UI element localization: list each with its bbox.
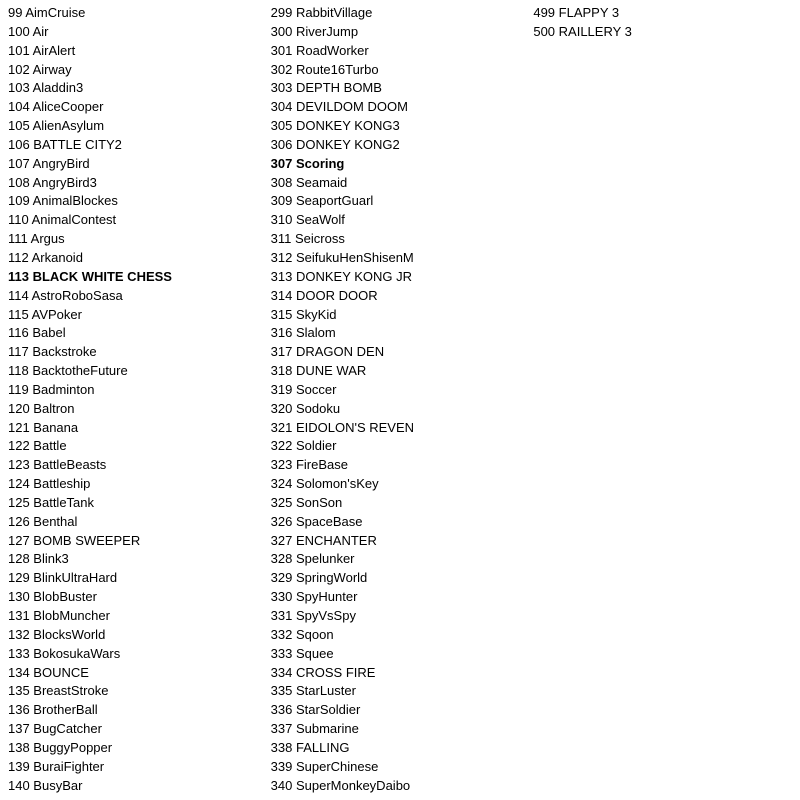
list-item: 122 Battle — [8, 437, 263, 456]
main-container: 99 AimCruise100 Air101 AirAlert102 Airwa… — [0, 0, 800, 800]
list-item: 129 BlinkUltraHard — [8, 569, 263, 588]
column-3: 499 FLAPPY 3500 RAILLERY 3 — [529, 4, 792, 796]
list-item: 135 BreastStroke — [8, 682, 263, 701]
list-item: 314 DOOR DOOR — [271, 287, 526, 306]
list-item: 127 BOMB SWEEPER — [8, 532, 263, 551]
list-item: 319 Soccer — [271, 381, 526, 400]
list-item: 126 Benthal — [8, 513, 263, 532]
list-item: 313 DONKEY KONG JR — [271, 268, 526, 287]
list-item: 115 AVPoker — [8, 306, 263, 325]
list-item: 124 Battleship — [8, 475, 263, 494]
list-item: 312 SeifukuHenShisenM — [271, 249, 526, 268]
list-item: 318 DUNE WAR — [271, 362, 526, 381]
list-item: 141 ButterflyStroke — [8, 795, 263, 796]
list-item: 326 SpaceBase — [271, 513, 526, 532]
list-item: 128 Blink3 — [8, 550, 263, 569]
list-item: 330 SpyHunter — [271, 588, 526, 607]
list-item: 320 Sodoku — [271, 400, 526, 419]
list-item: 336 StarSoldier — [271, 701, 526, 720]
column-1: 99 AimCruise100 Air101 AirAlert102 Airwa… — [8, 4, 267, 796]
list-item: 339 SuperChinese — [271, 758, 526, 777]
list-item: 107 AngryBird — [8, 155, 263, 174]
list-item: 325 SonSon — [271, 494, 526, 513]
list-item: 132 BlocksWorld — [8, 626, 263, 645]
list-item: 335 StarLuster — [271, 682, 526, 701]
list-item: 103 Aladdin3 — [8, 79, 263, 98]
list-item: 134 BOUNCE — [8, 664, 263, 683]
list-item: 114 AstroRoboSasa — [8, 287, 263, 306]
list-item: 138 BuggyPopper — [8, 739, 263, 758]
list-item: 308 Seamaid — [271, 174, 526, 193]
list-item: 309 SeaportGuarl — [271, 192, 526, 211]
list-item: 303 DEPTH BOMB — [271, 79, 526, 98]
list-item: 120 Baltron — [8, 400, 263, 419]
list-item: 100 Air — [8, 23, 263, 42]
list-item: 137 BugCatcher — [8, 720, 263, 739]
list-item: 321 EIDOLON'S REVEN — [271, 419, 526, 438]
list-item: 328 Spelunker — [271, 550, 526, 569]
list-item: 117 Backstroke — [8, 343, 263, 362]
list-item: 102 Airway — [8, 61, 263, 80]
list-item: 322 Soldier — [271, 437, 526, 456]
list-item: 324 Solomon'sKey — [271, 475, 526, 494]
list-item: 315 SkyKid — [271, 306, 526, 325]
list-item: 106 BATTLE CITY2 — [8, 136, 263, 155]
list-item: 121 Banana — [8, 419, 263, 438]
list-item: 334 CROSS FIRE — [271, 664, 526, 683]
list-item: 499 FLAPPY 3 — [533, 4, 788, 23]
list-item: 133 BokosukaWars — [8, 645, 263, 664]
list-item: 136 BrotherBall — [8, 701, 263, 720]
list-item: 113 BLACK WHITE CHESS — [8, 268, 263, 287]
list-item: 140 BusyBar — [8, 777, 263, 796]
list-item: 130 BlobBuster — [8, 588, 263, 607]
list-item: 310 SeaWolf — [271, 211, 526, 230]
list-item: 311 Seicross — [271, 230, 526, 249]
list-item: 327 ENCHANTER — [271, 532, 526, 551]
list-item: 118 BacktotheFuture — [8, 362, 263, 381]
list-item: 307 Scoring — [271, 155, 526, 174]
list-item: 329 SpringWorld — [271, 569, 526, 588]
list-item: 105 AlienAsylum — [8, 117, 263, 136]
list-item: 101 AirAlert — [8, 42, 263, 61]
list-item: 125 BattleTank — [8, 494, 263, 513]
list-item: 500 RAILLERY 3 — [533, 23, 788, 42]
list-item: 139 BuraiFighter — [8, 758, 263, 777]
list-item: 302 Route16Turbo — [271, 61, 526, 80]
column-2: 299 RabbitVillage300 RiverJump301 RoadWo… — [267, 4, 530, 796]
list-item: 338 FALLING — [271, 739, 526, 758]
list-item: 341 FIGHTER — [271, 795, 526, 796]
list-item: 110 AnimalContest — [8, 211, 263, 230]
list-item: 99 AimCruise — [8, 4, 263, 23]
list-item: 109 AnimalBlockes — [8, 192, 263, 211]
list-item: 316 Slalom — [271, 324, 526, 343]
list-item: 331 SpyVsSpy — [271, 607, 526, 626]
list-item: 108 AngryBird3 — [8, 174, 263, 193]
list-item: 119 Badminton — [8, 381, 263, 400]
list-item: 304 DEVILDOM DOOM — [271, 98, 526, 117]
list-item: 299 RabbitVillage — [271, 4, 526, 23]
list-item: 306 DONKEY KONG2 — [271, 136, 526, 155]
list-item: 337 Submarine — [271, 720, 526, 739]
list-item: 104 AliceCooper — [8, 98, 263, 117]
list-item: 112 Arkanoid — [8, 249, 263, 268]
list-item: 323 FireBase — [271, 456, 526, 475]
list-item: 317 DRAGON DEN — [271, 343, 526, 362]
list-item: 332 Sqoon — [271, 626, 526, 645]
list-item: 305 DONKEY KONG3 — [271, 117, 526, 136]
list-item: 131 BlobMuncher — [8, 607, 263, 626]
list-item: 116 Babel — [8, 324, 263, 343]
list-item: 333 Squee — [271, 645, 526, 664]
list-item: 340 SuperMonkeyDaibo — [271, 777, 526, 796]
list-item: 300 RiverJump — [271, 23, 526, 42]
list-item: 111 Argus — [8, 230, 263, 249]
list-item: 301 RoadWorker — [271, 42, 526, 61]
list-item: 123 BattleBeasts — [8, 456, 263, 475]
